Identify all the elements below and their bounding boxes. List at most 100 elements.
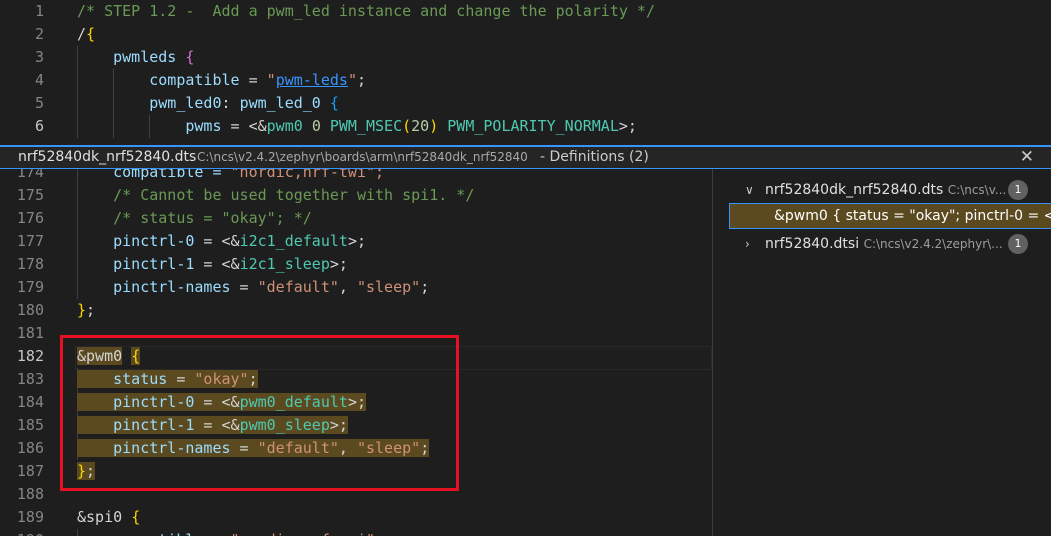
code-text: compatible = "pwm-leds"; [77, 69, 366, 92]
code-token: 0 [311, 117, 321, 135]
reference-text: &pwm0 { status = "okay"; pinctrl-0 = < [774, 208, 1051, 224]
peek-header: nrf52840dk_nrf52840.dts C:\ncs\v2.4.2\ze… [0, 145, 1051, 169]
line-number: 3 [34, 48, 44, 66]
count-badge: 1 [1008, 234, 1028, 254]
code-text: pinctrl-1 = <&i2c1_sleep>; [77, 253, 348, 276]
peek-references-tree: ∨ nrf52840dk_nrf52840.dts C:\ncs\v... 1 … [712, 169, 1051, 536]
code-token: pwm-leds [275, 71, 348, 89]
line-number: 175 [16, 186, 44, 204]
code-token: /* STEP 1.2 - Add a pwm_led instance and… [77, 2, 655, 20]
code-line[interactable]: 190 compatible = "nordic,nrf-spi"; [0, 529, 712, 536]
code-line[interactable]: 179 pinctrl-names = "default", "sleep"; [0, 276, 712, 299]
code-token: >; [618, 117, 637, 135]
code-token: PWM_POLARITY_NORMAL [447, 117, 619, 135]
code-line[interactable]: 2 /{ [0, 23, 1051, 46]
line-number: 185 [16, 416, 44, 434]
line-number: 184 [16, 393, 44, 411]
code-text: /* STEP 1.2 - Add a pwm_led instance and… [77, 0, 655, 23]
code-line[interactable]: 177 pinctrl-0 = <&i2c1_default>; [0, 230, 712, 253]
code-token: " [266, 71, 276, 89]
tree-group-dts[interactable]: ∨ nrf52840dk_nrf52840.dts C:\ncs\v... 1 [713, 178, 1051, 202]
code-line[interactable]: 1 /* STEP 1.2 - Add a pwm_led instance an… [0, 0, 1051, 23]
line-number: 180 [16, 301, 44, 319]
line-number: 189 [16, 508, 44, 526]
code-token: PWM_MSEC [329, 117, 403, 135]
code-token: pwms [77, 117, 222, 135]
line-number: 5 [34, 94, 44, 112]
code-token: = <& [194, 232, 240, 250]
line-number: 2 [34, 25, 44, 43]
code-text: /{ [77, 23, 95, 46]
code-token: pinctrl-0 [77, 232, 195, 250]
code-text: /* status = "okay"; */ [77, 207, 312, 230]
line-number: 190 [0, 529, 44, 536]
line-number: 183 [16, 370, 44, 388]
code-line[interactable]: 175 /* Cannot be used together with spi1… [0, 184, 712, 207]
code-token: = [230, 278, 258, 296]
code-line[interactable]: 3 pwmleds { [0, 46, 1051, 69]
code-token: pwm_led_0 [239, 94, 321, 112]
tree-group-name: nrf52840dk_nrf52840.dts [765, 182, 944, 198]
close-icon[interactable]: ✕ [1020, 147, 1034, 168]
chevron-right-icon[interactable]: › [745, 232, 750, 256]
code-token: compatible = [77, 531, 231, 536]
code-line[interactable]: 176 /* status = "okay"; */ [0, 207, 712, 230]
code-token: { [185, 48, 195, 66]
code-token: = <& [194, 255, 240, 273]
code-token: ; [420, 278, 430, 296]
code-token: = [239, 71, 267, 89]
code-token: &spi0 [77, 508, 132, 526]
code-token: "nordic,nrf-twi"; [230, 169, 385, 181]
code-line[interactable]: 6 pwms = <&pwm0 0 PWM_MSEC(20) PWM_POLAR… [0, 115, 1051, 138]
code-token: >; [329, 255, 348, 273]
line-number: 187 [16, 462, 44, 480]
code-line[interactable]: 174 compatible = "nordic,nrf-twi"; [0, 169, 712, 184]
code-token: pwm_led0 [77, 94, 222, 112]
code-token: = <& [221, 117, 267, 135]
line-number: 182 [16, 347, 44, 365]
code-text: pinctrl-0 = <&i2c1_default>; [77, 230, 366, 253]
code-token: pinctrl-1 [77, 255, 195, 273]
tree-group-dtsi[interactable]: › nrf52840.dtsi C:\ncs\v2.4.2\zephyr\...… [713, 232, 1051, 256]
line-number: 177 [16, 232, 44, 250]
peek-file-name[interactable]: nrf52840dk_nrf52840.dts [18, 147, 196, 168]
main-editor[interactable]: 1 /* STEP 1.2 - Add a pwm_led instance an… [0, 0, 1051, 145]
code-line[interactable]: 4 compatible = "pwm-leds"; [0, 69, 1051, 92]
code-text: /* Cannot be used together with spi1. */ [77, 184, 474, 207]
code-token: : [221, 94, 240, 112]
code-token: /* status = "okay"; */ [77, 209, 312, 227]
code-text: pwm_led0: pwm_led_0 { [77, 92, 339, 115]
code-token: } [77, 301, 87, 319]
code-line[interactable]: 178 pinctrl-1 = <&i2c1_sleep>; [0, 253, 712, 276]
code-token: compatible [77, 71, 240, 89]
line-number: 4 [34, 71, 44, 89]
chevron-down-icon[interactable]: ∨ [745, 178, 754, 202]
line-number: 1 [34, 2, 44, 20]
tree-selected-reference[interactable]: &pwm0 { status = "okay"; pinctrl-0 = < [729, 203, 1051, 229]
code-token: compatible = [77, 169, 231, 181]
peek-file-path: C:\ncs\v2.4.2\zephyr\boards\arm\nrf52840… [197, 150, 528, 164]
code-token: ; [86, 301, 96, 319]
code-token: ( [402, 117, 412, 135]
line-number: 188 [16, 485, 44, 503]
code-line[interactable]: 189 &spi0 { [0, 506, 712, 529]
tree-group-path: C:\ncs\v2.4.2\zephyr\... [863, 237, 1003, 251]
code-text: pinctrl-names = "default", "sleep"; [77, 276, 429, 299]
code-text: compatible = "nordic,nrf-spi"; [77, 529, 384, 536]
code-token: { [329, 94, 339, 112]
code-text: pwms = <&pwm0 0 PWM_MSEC(20) PWM_POLARIT… [77, 115, 637, 138]
code-token: { [131, 508, 141, 526]
code-text: compatible = "nordic,nrf-twi"; [77, 169, 384, 184]
line-number: 181 [16, 324, 44, 342]
code-line[interactable]: 180}; [0, 299, 712, 322]
code-token: ) [429, 117, 439, 135]
code-text: }; [77, 299, 95, 322]
code-token: >; [347, 232, 366, 250]
code-line[interactable]: 5 pwm_led0: pwm_led_0 { [0, 92, 1051, 115]
code-token: pinctrl-names [77, 278, 231, 296]
code-text: pwmleds { [77, 46, 194, 69]
